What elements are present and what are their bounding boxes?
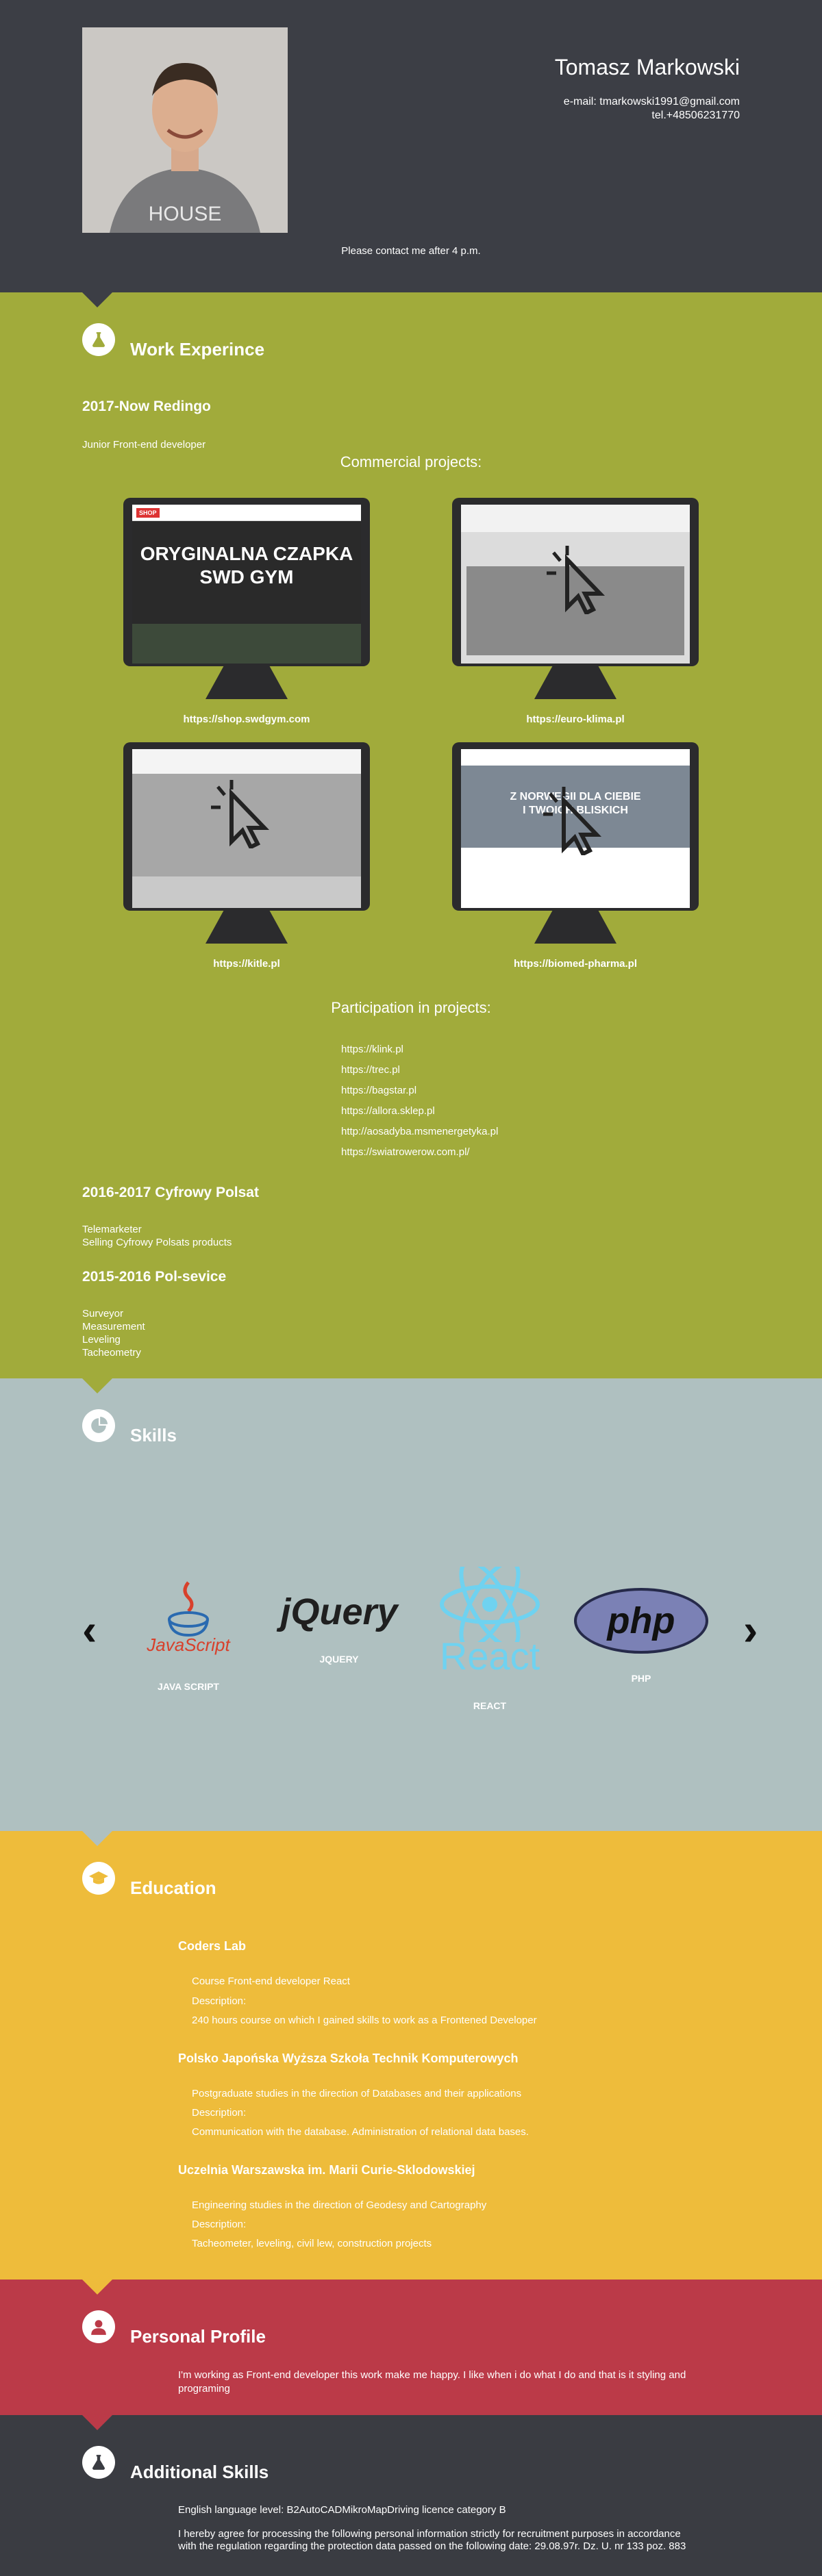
- monitor-stand: [534, 666, 616, 699]
- job-title: 2017-Now Redingo: [82, 399, 211, 414]
- graduation-cap-icon: [82, 1862, 115, 1895]
- skill-label: PHP: [631, 1673, 651, 1684]
- section-title: Additional Skills: [130, 2462, 269, 2482]
- section-title: Personal Profile: [130, 2326, 266, 2347]
- school-course: Postgraduate studies in the direction of…: [192, 2088, 522, 2099]
- job-line: Telemarketer: [82, 1224, 142, 1235]
- participation-link[interactable]: https://allora.sklep.pl: [341, 1101, 498, 1122]
- school-name: Uczelnia Warszawska im. Marii Curie-Sklo…: [178, 2163, 475, 2177]
- project-monitor[interactable]: [452, 498, 699, 666]
- skill-label: JAVA SCRIPT: [158, 1681, 219, 1692]
- skills-section: Skills ‹ › JavaScript JAVA SCRIPT jQuery…: [0, 1378, 822, 1831]
- job-line: Leveling: [82, 1334, 121, 1346]
- project-monitor[interactable]: [123, 742, 370, 911]
- project-screenshot: [132, 749, 361, 908]
- flask-icon: [82, 2446, 115, 2479]
- flask-icon: [82, 323, 115, 356]
- participation-title: Participation in projects:: [331, 999, 491, 1016]
- svg-text:HOUSE: HOUSE: [149, 203, 222, 225]
- school-name: Coders Lab: [178, 1939, 247, 1953]
- pie-chart-icon: [82, 1409, 115, 1442]
- cursor-icon: [543, 787, 602, 855]
- commercial-title: Commercial projects:: [340, 453, 482, 470]
- section-notch: [82, 2280, 112, 2295]
- participation-link[interactable]: http://aosadyba.msmenergetyka.pl: [341, 1122, 498, 1142]
- job-title: 2016-2017 Cyfrowy Polsat: [82, 1185, 259, 1200]
- additional-line: English language level: B2AutoCADMikroMa…: [178, 2504, 506, 2516]
- project-link[interactable]: https://kitle.pl: [123, 958, 370, 970]
- school-course: Engineering studies in the direction of …: [192, 2199, 487, 2211]
- section-notch: [82, 292, 112, 307]
- description-label: Description:: [192, 2107, 247, 2119]
- profile-section: Personal Profile I'm working as Front-en…: [0, 2280, 822, 2415]
- monitor-stand: [206, 666, 288, 699]
- project-screenshot: [461, 505, 690, 664]
- react-logo: React: [421, 1560, 558, 1683]
- cursor-icon: [211, 780, 270, 848]
- school-description: Communication with the database. Adminis…: [192, 2126, 529, 2138]
- section-notch: [82, 2415, 112, 2430]
- skill-label: REACT: [473, 1700, 507, 1711]
- section-notch: [82, 1378, 112, 1393]
- participation-link[interactable]: https://bagstar.pl: [341, 1081, 498, 1101]
- monitor-stand: [534, 911, 616, 944]
- job-line: Tacheometry: [82, 1347, 141, 1359]
- header-section: HOUSE Tomasz Markowski e-mail: tmarkowsk…: [0, 0, 822, 292]
- job-line: Measurement: [82, 1321, 145, 1333]
- section-notch: [82, 1831, 112, 1846]
- consent-line: I hereby agree for processing the follow…: [178, 2528, 681, 2540]
- job-line: Selling Cyfrowy Polsats products: [82, 1237, 232, 1248]
- project-link[interactable]: https://shop.swdgym.com: [123, 714, 370, 725]
- project-screenshot: Z NORWEGII DLA CIEBIE I TWOICH BLISKICH: [461, 749, 690, 908]
- job-line: Surveyor: [82, 1308, 124, 1319]
- project-link[interactable]: https://biomed-pharma.pl: [452, 958, 699, 970]
- phone-text: tel.+48506231770: [651, 110, 740, 121]
- participation-link[interactable]: https://swiatrowerow.com.pl/: [341, 1142, 498, 1163]
- person-name: Tomasz Markowski: [554, 55, 740, 79]
- participation-link[interactable]: https://klink.pl: [341, 1039, 498, 1060]
- description-label: Description:: [192, 1995, 247, 2007]
- email-text: e-mail: tmarkowski1991@gmail.com: [563, 96, 740, 108]
- school-description: Tacheometer, leveling, civil lew, constr…: [192, 2238, 432, 2249]
- additional-section: Additional Skills English language level…: [0, 2415, 822, 2576]
- carousel-prev-button[interactable]: ‹: [82, 1604, 97, 1655]
- monitor-stand: [206, 911, 288, 944]
- carousel-next-button[interactable]: ›: [743, 1604, 758, 1655]
- jquery-logo: jQuery: [280, 1591, 398, 1632]
- education-section: Education Coders Lab Course Front-end de…: [0, 1831, 822, 2280]
- profile-photo: HOUSE: [82, 27, 288, 233]
- job-role: Junior Front-end developer: [82, 439, 206, 451]
- project-screenshot: SHOP ORYGINALNA CZAPKA SWD GYM: [132, 505, 361, 664]
- description-label: Description:: [192, 2219, 247, 2230]
- profile-text: I'm working as Front-end developer this …: [178, 2369, 686, 2395]
- participation-link[interactable]: https://trec.pl: [341, 1060, 498, 1081]
- school-name: Polsko Japońska Wyższa Szkoła Technik Ko…: [178, 2051, 519, 2065]
- school-description: 240 hours course on which I gained skill…: [192, 2015, 537, 2026]
- project-monitor[interactable]: Z NORWEGII DLA CIEBIE I TWOICH BLISKICH: [452, 742, 699, 911]
- project-monitor[interactable]: SHOP ORYGINALNA CZAPKA SWD GYM: [123, 498, 370, 666]
- section-title: Education: [130, 1878, 216, 1898]
- section-title: Work Experince: [130, 339, 265, 359]
- job-title: 2015-2016 Pol-sevice: [82, 1269, 227, 1285]
- screen-headline: ORYGINALNA CZAPKA SWD GYM: [140, 543, 353, 588]
- javascript-logo: JavaScript: [140, 1577, 236, 1659]
- contact-note: Please contact me after 4 p.m.: [341, 245, 481, 257]
- participation-list: https://klink.pl https://trec.pl https:/…: [341, 1039, 498, 1163]
- school-course: Course Front-end developer React: [192, 1975, 350, 1987]
- php-logo: php: [574, 1588, 708, 1654]
- project-link[interactable]: https://euro-klima.pl: [452, 714, 699, 725]
- section-title: Skills: [130, 1425, 177, 1445]
- work-section: Work Experince 2017-Now Redingo Junior F…: [0, 292, 822, 1378]
- cursor-icon: [547, 546, 606, 614]
- skill-label: JQUERY: [319, 1654, 359, 1665]
- user-icon: [82, 2310, 115, 2343]
- consent-line: with the regulation regarding the protec…: [178, 2540, 686, 2552]
